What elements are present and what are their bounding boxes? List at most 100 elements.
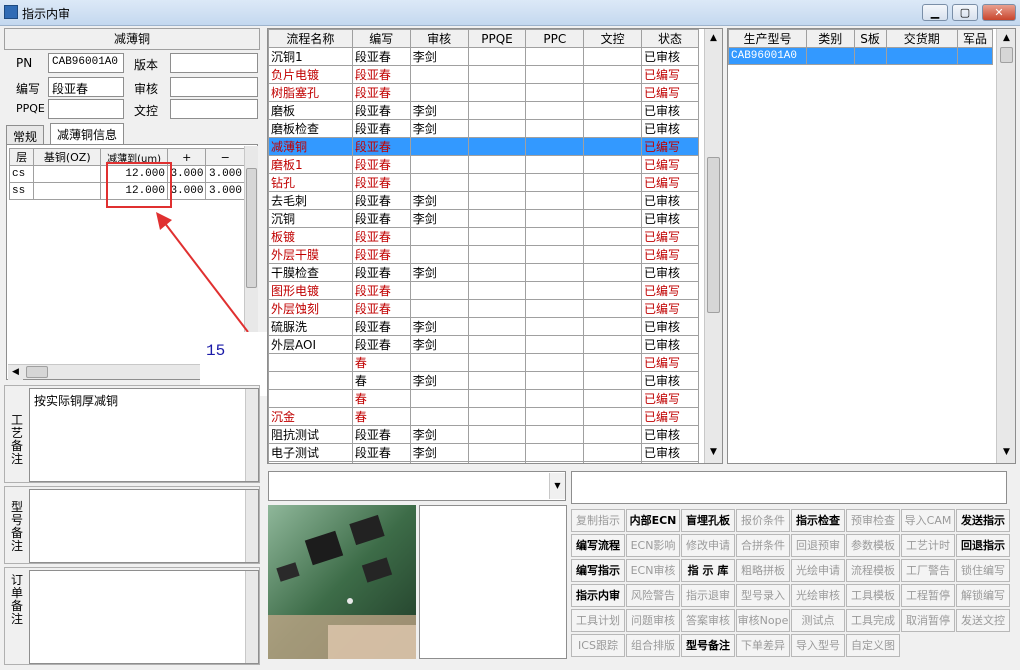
cell-reviewer[interactable] (409, 155, 469, 174)
cell-writer[interactable]: 段亚春 (351, 263, 411, 282)
cell-status[interactable]: 已编写 (641, 461, 699, 463)
cell-writer[interactable]: 段亚春 (351, 317, 411, 336)
cell-ppc[interactable] (525, 425, 585, 444)
cell-ppqe[interactable] (467, 263, 527, 282)
table-row[interactable]: 硫脲洗 段亚春 李剑 已审核 (268, 317, 699, 336)
tab-general[interactable]: 常规 (6, 125, 45, 144)
cell-status[interactable]: 已审核 (641, 335, 699, 354)
cell-ppqe[interactable] (467, 137, 527, 156)
cell-ppc[interactable] (525, 137, 585, 156)
cell-process-name[interactable]: 负片电镀 (268, 65, 353, 84)
cell-process-name[interactable]: 磨板检查 (268, 119, 353, 138)
cell-process-name[interactable]: 沉金 (268, 407, 353, 426)
cell-doc-control[interactable] (583, 353, 643, 372)
cell-doc-control[interactable] (583, 83, 643, 102)
cell-reviewer[interactable] (409, 461, 469, 463)
table-row[interactable]: 外层干膜 段亚春 已编写 (268, 245, 699, 264)
cell-ppqe[interactable] (467, 83, 527, 102)
cell-reviewer[interactable] (409, 65, 469, 84)
cell-reviewer[interactable]: 李剑 (409, 47, 469, 66)
action-button[interactable]: 审核Nope (736, 609, 790, 632)
cell-ppc[interactable] (525, 209, 585, 228)
action-button[interactable]: 粗略拼板 (736, 559, 790, 582)
cell-military[interactable] (957, 47, 993, 65)
action-button[interactable]: 导入型号 (791, 634, 845, 657)
table-row[interactable]: 春 已编写 (268, 353, 699, 372)
cell-doc-control[interactable] (583, 137, 643, 156)
action-button[interactable]: 指示内审 (571, 584, 625, 607)
cell-doc-control[interactable] (583, 263, 643, 282)
table-row[interactable]: 干膜检查 段亚春 李剑 已审核 (268, 263, 699, 282)
process-note-text[interactable]: 按实际铜厚减铜 (29, 388, 259, 482)
minimize-button[interactable]: ▁ (922, 4, 948, 21)
close-button[interactable]: ✕ (982, 4, 1016, 21)
table-row[interactable]: 电子测试 段亚春 李剑 已审核 (268, 443, 699, 462)
cell-ppc[interactable] (525, 353, 585, 372)
cell-ppqe[interactable] (467, 101, 527, 120)
table-row[interactable]: 减薄铜 段亚春 已编写 (268, 137, 699, 156)
scroll-down-icon[interactable]: ▼ (999, 445, 1014, 460)
cell-process-name[interactable]: 沉铜 (268, 209, 353, 228)
product-table-vscroll[interactable]: ▲ ▼ (996, 29, 1015, 463)
action-button[interactable]: 合拼条件 (736, 534, 790, 557)
cell-writer[interactable]: 段亚春 (351, 461, 411, 463)
cell-writer[interactable]: 段亚春 (351, 173, 411, 192)
scroll-up-icon[interactable]: ▲ (999, 31, 1014, 46)
cell-ppc[interactable] (525, 245, 585, 264)
action-button[interactable]: ECN审核 (626, 559, 680, 582)
cell-plus[interactable]: 3.000 (166, 165, 207, 183)
cell-process-name[interactable]: 铣板 (268, 461, 353, 463)
cell-ppqe[interactable] (467, 227, 527, 246)
table-row[interactable]: 春李剑 已审核 (268, 371, 699, 390)
cell-writer[interactable]: 段亚春 (351, 227, 411, 246)
cell-writer[interactable]: 春 (351, 353, 411, 372)
cell-writer[interactable]: 春 (351, 407, 411, 426)
cell-ppqe[interactable] (467, 443, 527, 462)
table-row[interactable]: 板镀 段亚春 已编写 (268, 227, 699, 246)
cell-doc-control[interactable] (583, 245, 643, 264)
cell-doc-control[interactable] (583, 425, 643, 444)
writer-field[interactable]: 段亚春 (48, 77, 124, 97)
cell-status[interactable]: 已审核 (641, 119, 699, 138)
action-button[interactable]: 流程模板 (846, 559, 900, 582)
scroll-left-icon[interactable]: ◀ (8, 365, 23, 380)
cell-writer[interactable]: 段亚春 (351, 209, 411, 228)
cell-reviewer[interactable] (409, 245, 469, 264)
action-button[interactable]: 指 示 库 (681, 559, 735, 582)
cell-writer[interactable]: 段亚春 (351, 47, 411, 66)
table-row[interactable]: 外层蚀刻 段亚春 已编写 (268, 299, 699, 318)
cell-process-name[interactable]: 板镀 (268, 227, 353, 246)
cell-process-name[interactable] (268, 353, 353, 372)
cell-status[interactable]: 已审核 (641, 425, 699, 444)
cell-doc-control[interactable] (583, 281, 643, 300)
cell-reviewer[interactable] (409, 389, 469, 408)
cell-status[interactable]: 已编写 (641, 407, 699, 426)
cell-ppqe[interactable] (467, 299, 527, 318)
pn-field[interactable]: CAB96001A0 (48, 53, 124, 73)
action-button[interactable]: 工程暂停 (901, 584, 955, 607)
action-button[interactable]: 解锁编写 (956, 584, 1010, 607)
action-button[interactable]: 取消暂停 (901, 609, 955, 632)
cell-status[interactable]: 已编写 (641, 155, 699, 174)
action-button[interactable]: 预审检查 (846, 509, 900, 532)
cell-writer[interactable]: 段亚春 (351, 245, 411, 264)
scroll-thumb[interactable] (1000, 47, 1013, 63)
cell-reviewer[interactable]: 李剑 (409, 443, 469, 462)
table-row[interactable]: 去毛刺 段亚春 李剑 已审核 (268, 191, 699, 210)
cell-process-name[interactable] (268, 371, 353, 390)
cell-status[interactable]: 已编写 (641, 83, 699, 102)
action-button[interactable]: ICS跟踪 (571, 634, 625, 657)
cell-status[interactable]: 已编写 (641, 65, 699, 84)
action-button[interactable]: 参数模板 (846, 534, 900, 557)
reviewer-field[interactable] (170, 77, 258, 97)
cell-doc-control[interactable] (583, 443, 643, 462)
cell-ppqe[interactable] (467, 155, 527, 174)
order-note-text[interactable] (29, 570, 259, 664)
cell-status[interactable]: 已编写 (641, 281, 699, 300)
cell-process-name[interactable]: 沉铜1 (268, 47, 353, 66)
cell-doc-control[interactable] (583, 173, 643, 192)
cell-ppc[interactable] (525, 155, 585, 174)
cell-process-name[interactable]: 外层蚀刻 (268, 299, 353, 318)
action-button[interactable]: 锁住编写 (956, 559, 1010, 582)
cell-reviewer[interactable] (409, 227, 469, 246)
